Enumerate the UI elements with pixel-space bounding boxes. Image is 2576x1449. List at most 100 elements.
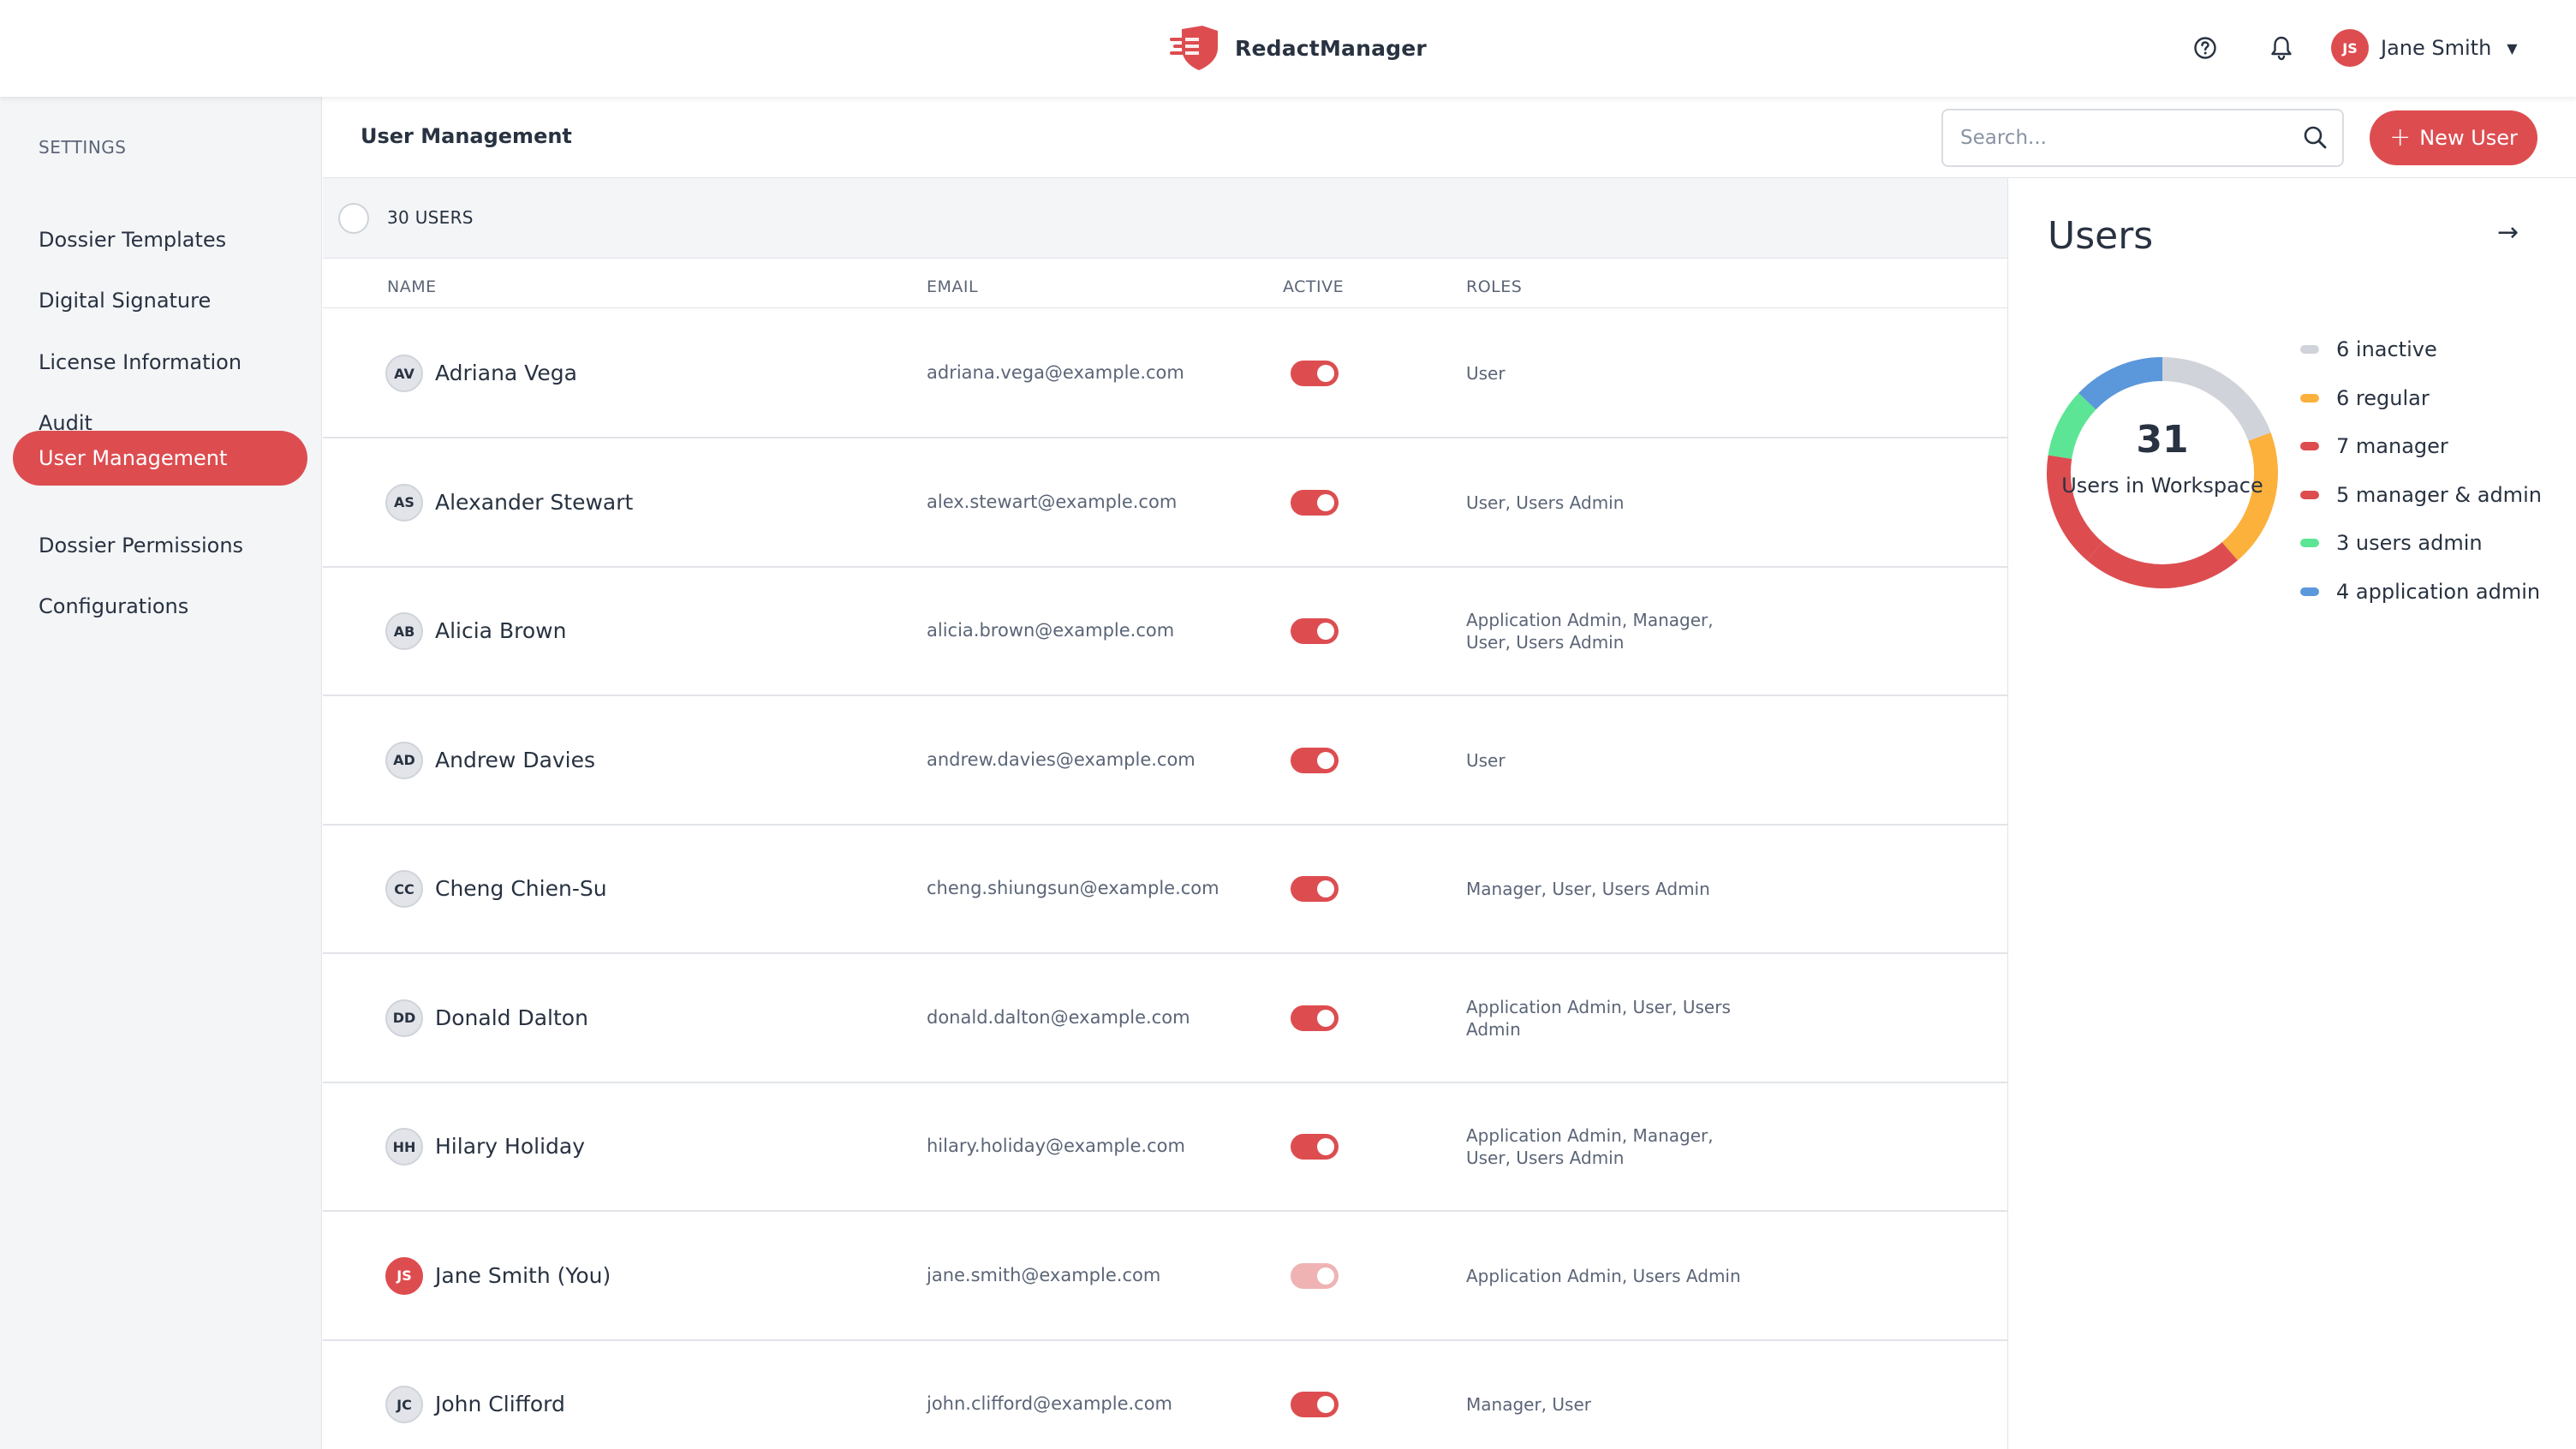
legend-swatch [2300,539,2319,547]
app-logo-icon [1170,26,1218,70]
new-user-button[interactable]: + New User [2370,110,2537,165]
legend-item: 4 application admin [2300,580,2540,604]
active-toggle[interactable] [1291,1392,1339,1417]
user-name: Alicia Brown [435,618,567,643]
user-email: adriana.vega@example.com [927,362,1184,383]
table-row[interactable]: CC Cheng Chien-Su cheng.shiungsun@example.… [323,825,2007,954]
user-roles: User, Users Admin [1466,492,1625,513]
user-email: john.clifford@example.com [927,1393,1173,1414]
user-name: Jane Smith (You) [435,1262,611,1288]
notifications-button[interactable] [2266,33,2297,63]
legend-item: 6 regular [2300,386,2430,410]
active-toggle[interactable] [1291,1134,1339,1160]
column-header-name[interactable]: NAME [387,277,437,296]
legend-swatch [2300,442,2319,450]
sidebar-item-license-information[interactable]: License Information [13,335,307,390]
user-email: alex.stewart@example.com [927,491,1178,512]
legend-item: 6 inactive [2300,337,2437,361]
sidebar-item-digital-signature[interactable]: Digital Signature [13,273,307,328]
active-toggle[interactable] [1291,489,1339,516]
sidebar-item-dossier-templates[interactable]: Dossier Templates [13,212,307,267]
user-email: hilary.holiday@example.com [927,1136,1185,1156]
user-email: alicia.brown@example.com [927,620,1175,641]
column-header-active[interactable]: ACTIVE [1283,277,1344,296]
avatar: AV [385,355,423,392]
legend-item: 3 users admin [2300,531,2483,555]
users-table: 30 USERS NAME EMAIL ACTIVE ROLES AV Adria… [323,178,2008,1449]
users-stats-panel: Users → 31 Users in Workspace 6 inactive… [2009,178,2576,1449]
user-count: 30 USERS [387,207,474,228]
legend-label: 7 manager [2336,434,2448,458]
legend-item: 7 manager [2300,434,2448,458]
legend-label: 6 inactive [2336,337,2437,361]
donut-segment [2047,455,2103,561]
avatar: HH [385,1128,423,1166]
avatar: AD [385,741,423,779]
chevron-down-icon: ▼ [2507,39,2518,57]
table-row[interactable]: JC John Clifford john.clifford@example.com… [323,1340,2007,1449]
table-row[interactable]: DD Donald Dalton donald.dalton@example.com… [323,954,2007,1083]
user-email: jane.smith@example.com [927,1264,1161,1285]
user-roles: Application Admin, Manager, User, Users … [1466,610,1714,653]
active-toggle[interactable] [1291,876,1339,902]
donut-segment [2078,357,2163,410]
search-box[interactable] [1941,109,2344,167]
sidebar-header: SETTINGS [39,137,127,158]
user-name: Adriana Vega [435,361,577,385]
avatar: JS [385,1256,423,1295]
user-roles: Application Admin, User, Users Admin [1466,996,1731,1040]
table-row[interactable]: JS Jane Smith (You) jane.smith@example.com… [323,1212,2007,1341]
user-email: andrew.davies@example.com [927,748,1196,770]
legend-swatch [2300,345,2319,354]
legend-label: 3 users admin [2336,531,2483,555]
avatar: AB [385,612,423,650]
active-toggle[interactable] [1291,1005,1339,1031]
active-toggle[interactable] [1291,618,1339,644]
table-row[interactable]: AV Adriana Vega adriana.vega@example.com Us… [323,309,2007,438]
active-toggle[interactable] [1291,747,1339,773]
legend-swatch [2300,587,2319,596]
user-name: Alexander Stewart [435,489,634,515]
user-roles: Manager, User, Users Admin [1466,879,1710,899]
legend-label: 5 manager & admin [2336,482,2542,507]
select-all-checkbox[interactable] [338,203,369,234]
help-circle-icon [2194,37,2216,59]
table-count-bar: 30 USERS [323,178,2007,259]
user-name: Jane Smith [2381,36,2492,60]
column-header-roles[interactable]: ROLES [1466,277,1522,296]
active-toggle[interactable] [1291,361,1339,386]
help-button[interactable] [2190,33,2221,63]
legend-swatch [2300,490,2319,499]
avatar: JC [385,1386,423,1423]
sidebar-item-dossier-permissions[interactable]: Dossier Permissions [13,518,307,573]
donut-segment [2087,541,2238,588]
brand[interactable]: RedactManager [1170,22,1427,74]
sidebar-item-user-management[interactable]: User Management [13,431,307,486]
table-row[interactable]: AB Alicia Brown alicia.brown@example.com Ap… [323,567,2007,696]
user-email: cheng.shiungsun@example.com [927,878,1219,898]
page-header: User Management + New User [323,97,2576,178]
active-toggle [1291,1262,1339,1289]
avatar: JS [2331,29,2369,67]
search-icon[interactable] [2303,125,2329,154]
column-header-email[interactable]: EMAIL [927,277,978,296]
table-row[interactable]: HH Hilary Holiday hilary.holiday@example.c… [323,1082,2007,1212]
user-name: Donald Dalton [435,1005,588,1030]
table-header: NAME EMAIL ACTIVE ROLES [323,259,2007,308]
table-row[interactable]: AS Alexander Stewart alex.stewart@example.… [323,438,2007,568]
user-name: John Clifford [435,1392,565,1416]
sidebar-item-configurations[interactable]: Configurations [13,579,307,634]
search-input[interactable] [1960,127,2286,149]
collapse-arrow-icon[interactable]: → [2497,218,2519,247]
legend-label: 4 application admin [2336,579,2541,604]
user-roles: Application Admin, Manager, User, Users … [1466,1125,1714,1168]
user-name: Cheng Chien-Su [435,876,607,901]
user-name: Hilary Holiday [435,1134,585,1159]
legend-label: 6 regular [2336,385,2430,410]
user-menu[interactable]: JS Jane Smith ▼ [2331,29,2518,67]
stats-title: Users [2048,214,2154,258]
user-roles: User [1466,363,1506,384]
page-title: User Management [361,124,572,148]
table-row[interactable]: AD Andrew Davies andrew.davies@example.com… [323,696,2007,826]
settings-sidebar: SETTINGS Dossier Templates Digital Signa… [0,97,322,1449]
